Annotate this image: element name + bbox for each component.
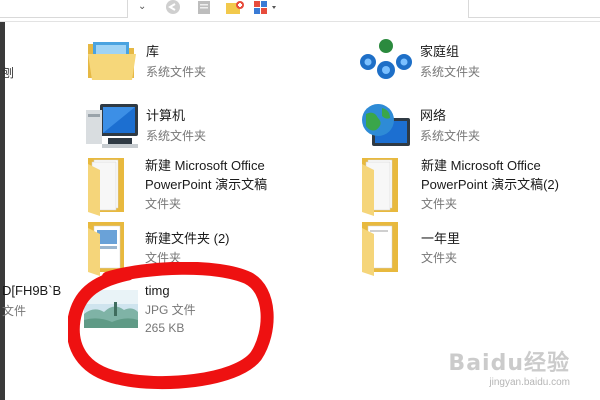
folder-icon [362, 158, 398, 216]
item-type: 系统文件夹 [146, 65, 207, 79]
nav-truncated-label: 刨 [2, 66, 15, 80]
library-item[interactable]: 库 系统文件夹 [84, 36, 264, 86]
network-icon [362, 104, 410, 146]
folder-icon [88, 158, 124, 216]
address-bar[interactable] [0, 0, 128, 18]
toolbar: ⌄ [0, 0, 600, 22]
folder-item-ppt-2[interactable]: 新建 Microsoft Office PowerPoint 演示文稿(2) 文… [358, 156, 588, 216]
item-name: 库 [146, 44, 160, 59]
properties-icon[interactable] [196, 0, 212, 16]
folder-item-ppt[interactable]: 新建 Microsoft Office PowerPoint 演示文稿 文件夹 [84, 156, 304, 216]
item-type: 系统文件夹 [146, 129, 207, 143]
chevron-down-icon[interactable]: ⌄ [138, 0, 152, 16]
homegroup-icon [360, 39, 412, 79]
item-name-line1: 新建 Microsoft Office [145, 158, 265, 173]
item-type: 文件夹 [421, 197, 458, 211]
item-name-line2: PowerPoint 演示文稿(2) [421, 177, 559, 192]
item-type: 文件夹 [421, 251, 458, 265]
watermark-url: jingyan.baidu.com [489, 377, 570, 388]
selected-file-name: D[FH9B`B [2, 283, 62, 298]
search-input[interactable] [468, 0, 600, 18]
network-item[interactable]: 网络 系统文件夹 [358, 100, 558, 152]
homegroup-item[interactable]: 家庭组 系统文件夹 [358, 36, 558, 86]
item-name: 计算机 [146, 108, 186, 123]
item-name: 新建文件夹 (2) [145, 231, 230, 246]
item-type: 系统文件夹 [420, 65, 481, 79]
item-type: 系统文件夹 [420, 129, 481, 143]
watermark-logo: Baidu经验 [448, 351, 570, 376]
selected-file-type: 文件 [2, 304, 27, 318]
computer-icon [86, 104, 138, 148]
library-icon [88, 42, 136, 80]
item-type: 文件夹 [145, 197, 182, 211]
back-icon[interactable] [164, 0, 182, 16]
watermark: Baidu经验 jingyan.baidu.com [448, 345, 570, 388]
new-folder-icon[interactable] [225, 0, 245, 16]
folder-item-yinianli[interactable]: 一年里 文件夹 [358, 220, 558, 278]
item-name: 家庭组 [420, 44, 460, 59]
item-name: 网络 [420, 108, 447, 123]
view-options-icon[interactable] [253, 0, 285, 16]
computer-item[interactable]: 计算机 系统文件夹 [84, 100, 264, 152]
item-name-line1: 新建 Microsoft Office [421, 158, 541, 173]
red-circle-annotation [68, 262, 274, 390]
item-name-line2: PowerPoint 演示文稿 [145, 177, 268, 192]
folder-icon [362, 222, 398, 276]
item-name: 一年里 [421, 231, 461, 246]
